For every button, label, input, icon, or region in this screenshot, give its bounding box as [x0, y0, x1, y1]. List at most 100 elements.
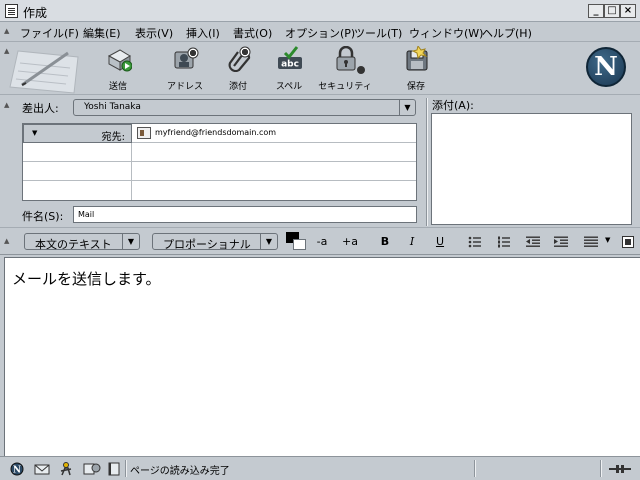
- background-color-swatch[interactable]: [293, 239, 306, 250]
- address-button[interactable]: アドレス: [157, 46, 213, 92]
- subject-input[interactable]: Mail: [73, 206, 417, 223]
- recipient-address: myfriend@friendsdomain.com: [155, 128, 277, 137]
- security-label: セキュリティ: [318, 82, 372, 92]
- netscape-logo[interactable]: N: [586, 47, 626, 87]
- align-icon[interactable]: [584, 236, 598, 248]
- status-text: ページの読み込み完了: [130, 466, 230, 477]
- paragraph-style-value: 本文のテキスト: [35, 238, 112, 251]
- status-separator: [125, 460, 127, 477]
- menu-format[interactable]: 書式(O): [233, 25, 272, 41]
- menu-window[interactable]: ウィンドウ(W): [409, 25, 483, 41]
- indent-icon[interactable]: [554, 236, 568, 248]
- window-title: 作成: [23, 6, 48, 20]
- chevron-down-icon: ▼: [32, 129, 38, 137]
- save-disk-icon: [406, 46, 428, 71]
- title-bar: 作成 _ □ ×: [0, 0, 640, 22]
- from-label: 差出人:: [22, 102, 59, 115]
- maximize-button[interactable]: □: [604, 4, 620, 18]
- menu-bar: ファイル(F) 編集(E) 表示(V) 挿入(I) 書式(O) オプション(P)…: [0, 22, 640, 42]
- panel-splitter[interactable]: [426, 98, 428, 226]
- menu-tools[interactable]: ツール(T): [354, 25, 402, 41]
- bullet-list-icon[interactable]: [468, 236, 482, 248]
- decrease-font-size-button[interactable]: -a: [312, 233, 332, 250]
- recipient-type-select[interactable]: ▼ 宛先:: [23, 124, 132, 143]
- recipient-type-cell: [23, 162, 132, 181]
- address-label: アドレス: [166, 82, 203, 92]
- bold-button[interactable]: B: [376, 233, 394, 250]
- message-body-editor[interactable]: メールを送信します。: [4, 257, 640, 456]
- spell-label: スペル: [275, 82, 303, 92]
- security-button[interactable]: セキュリティ: [317, 46, 373, 92]
- security-status-icon[interactable]: [608, 462, 632, 476]
- pen-paper-decoration: [9, 50, 79, 94]
- italic-button[interactable]: I: [403, 233, 421, 250]
- svg-text:N: N: [13, 466, 21, 476]
- close-button[interactable]: ×: [620, 4, 636, 18]
- send-button[interactable]: 送信: [90, 46, 146, 92]
- address-collapse-icon[interactable]: ▲: [4, 101, 9, 109]
- font-value: プロポーショナル: [163, 238, 251, 251]
- message-body-text: メールを送信します。: [12, 270, 161, 288]
- numbered-list-icon[interactable]: [497, 236, 511, 248]
- chevron-down-icon: ▼: [260, 234, 277, 249]
- address-book-status-icon[interactable]: [106, 462, 122, 476]
- padlock-icon: [336, 46, 356, 71]
- format-toolbar: ▲ 本文のテキスト ▼ プロポーショナル ▼ -a +a B I U ▼: [0, 227, 640, 255]
- contact-card-icon: [137, 127, 151, 139]
- recipient-type-cell: [23, 143, 132, 162]
- attach-button[interactable]: 添付: [210, 46, 266, 92]
- instant-messenger-icon[interactable]: [58, 462, 74, 476]
- composer-icon[interactable]: [83, 462, 101, 476]
- save-button[interactable]: 保存: [388, 46, 444, 92]
- spellcheck-icon: abc: [278, 46, 302, 70]
- font-select[interactable]: プロポーショナル ▼: [152, 233, 278, 251]
- status-bar: N ページの読み込み完了: [0, 456, 640, 480]
- subject-value: Mail: [78, 210, 95, 219]
- increase-font-size-button[interactable]: +a: [340, 233, 360, 250]
- from-value: Yoshi Tanaka: [84, 102, 141, 112]
- menu-view[interactable]: 表示(V): [135, 25, 173, 41]
- chevron-down-icon: ▼: [399, 100, 415, 115]
- recipient-row: ▼ 宛先: myfriend@friendsdomain.com: [23, 124, 416, 143]
- recipient-row-empty[interactable]: [23, 162, 416, 181]
- menu-options[interactable]: オプション(P): [285, 25, 355, 41]
- chevron-down-icon: ▼: [122, 234, 139, 249]
- send-icon: [107, 49, 132, 72]
- spell-button[interactable]: abc スペル: [261, 46, 317, 92]
- security-dropdown-icon[interactable]: [357, 66, 365, 74]
- main-toolbar: ▲ 送信 アドレス 添付 abc スペル セキュリティ 保存 N: [0, 43, 640, 95]
- status-separator: [600, 460, 602, 477]
- underline-button[interactable]: U: [431, 233, 449, 250]
- minimize-button[interactable]: _: [588, 4, 604, 18]
- recipient-list: ▼ 宛先: myfriend@friendsdomain.com: [22, 123, 417, 201]
- recipient-type-label: 宛先:: [101, 132, 125, 143]
- format-toolbar-collapse-icon[interactable]: ▲: [4, 237, 9, 245]
- outdent-icon[interactable]: [526, 236, 540, 248]
- status-separator: [474, 460, 476, 477]
- attachments-list[interactable]: [431, 113, 632, 225]
- paperclip-icon: [228, 46, 251, 72]
- svg-text:abc: abc: [281, 60, 299, 70]
- attachments-label: 添付(A):: [432, 99, 474, 112]
- recipient-address-field[interactable]: myfriend@friendsdomain.com: [133, 124, 415, 143]
- menu-file[interactable]: ファイル(F): [20, 25, 79, 41]
- compose-window-icon: [5, 4, 18, 18]
- paragraph-style-select[interactable]: 本文のテキスト ▼: [24, 233, 140, 251]
- insert-object-icon[interactable]: [622, 236, 634, 248]
- address-book-icon: [174, 47, 199, 69]
- mail-icon[interactable]: [34, 462, 50, 476]
- subject-label: 件名(S):: [22, 210, 64, 223]
- save-label: 保存: [406, 82, 425, 92]
- recipient-type-cell: [23, 181, 132, 200]
- send-label: 送信: [108, 82, 127, 92]
- navigator-icon[interactable]: N: [9, 462, 25, 476]
- menu-edit[interactable]: 編集(E): [83, 25, 121, 41]
- align-dropdown-icon[interactable]: ▼: [605, 236, 610, 244]
- attach-label: 添付: [228, 82, 247, 92]
- recipient-row-empty[interactable]: [23, 181, 416, 200]
- menubar-collapse-grip[interactable]: [4, 25, 12, 39]
- menu-insert[interactable]: 挿入(I): [186, 25, 220, 41]
- from-select[interactable]: Yoshi Tanaka ▼: [73, 99, 416, 116]
- recipient-row-empty[interactable]: [23, 143, 416, 162]
- menu-help[interactable]: ヘルプ(H): [482, 25, 532, 41]
